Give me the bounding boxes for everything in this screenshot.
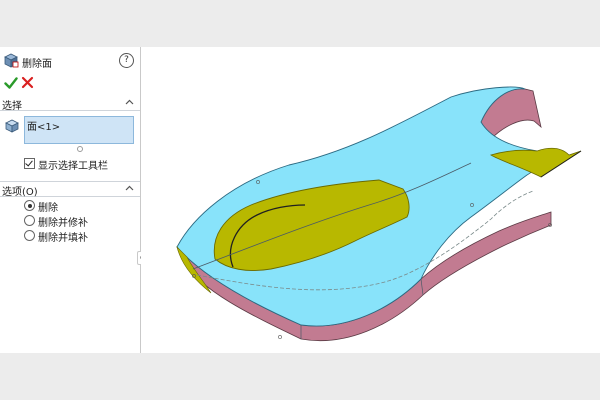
checkmark-icon[interactable]	[4, 76, 18, 90]
selection-section-label: 选择	[2, 101, 22, 112]
delete-face-feature-icon	[4, 53, 19, 68]
options-section-label: 选项(O)	[2, 187, 38, 198]
radio-selected[interactable]	[24, 200, 35, 211]
solidworks-window: 删除面 ? 选择 面<1> 显示选择工具栏 选项(O) 删除 删除并修补 删除并…	[0, 47, 600, 353]
options-section-header[interactable]: 选项(O)	[0, 181, 140, 198]
checkbox-checked[interactable]	[24, 158, 35, 169]
help-icon[interactable]: ?	[119, 53, 134, 68]
panel-title: 删除面	[22, 59, 52, 70]
show-selection-toolbar-label: 显示选择工具栏	[38, 161, 108, 172]
option-delete-label: 删除	[38, 203, 58, 214]
option-delete-and-fill-label: 删除并填补	[38, 233, 88, 244]
radio-unselected[interactable]	[24, 230, 35, 241]
vertex-marker	[278, 335, 282, 339]
graphics-viewport[interactable]	[141, 47, 600, 353]
radio-unselected[interactable]	[24, 215, 35, 226]
model-3d-view[interactable]	[141, 47, 600, 353]
face-select-icon	[5, 119, 19, 133]
chevron-up-icon[interactable]	[125, 99, 134, 105]
list-resize-handle[interactable]	[77, 146, 83, 152]
panel-header: 删除面 ?	[0, 50, 140, 70]
option-delete-and-patch-label: 删除并修补	[38, 218, 88, 229]
selection-section-header[interactable]: 选择	[0, 96, 140, 112]
property-manager-panel: 删除面 ? 选择 面<1> 显示选择工具栏 选项(O) 删除 删除并修补 删除并…	[0, 47, 141, 353]
selected-faces-list[interactable]: 面<1>	[24, 116, 134, 144]
list-item[interactable]: 面<1>	[27, 118, 60, 133]
close-icon[interactable]	[21, 76, 34, 89]
chevron-up-icon[interactable]	[125, 185, 134, 191]
